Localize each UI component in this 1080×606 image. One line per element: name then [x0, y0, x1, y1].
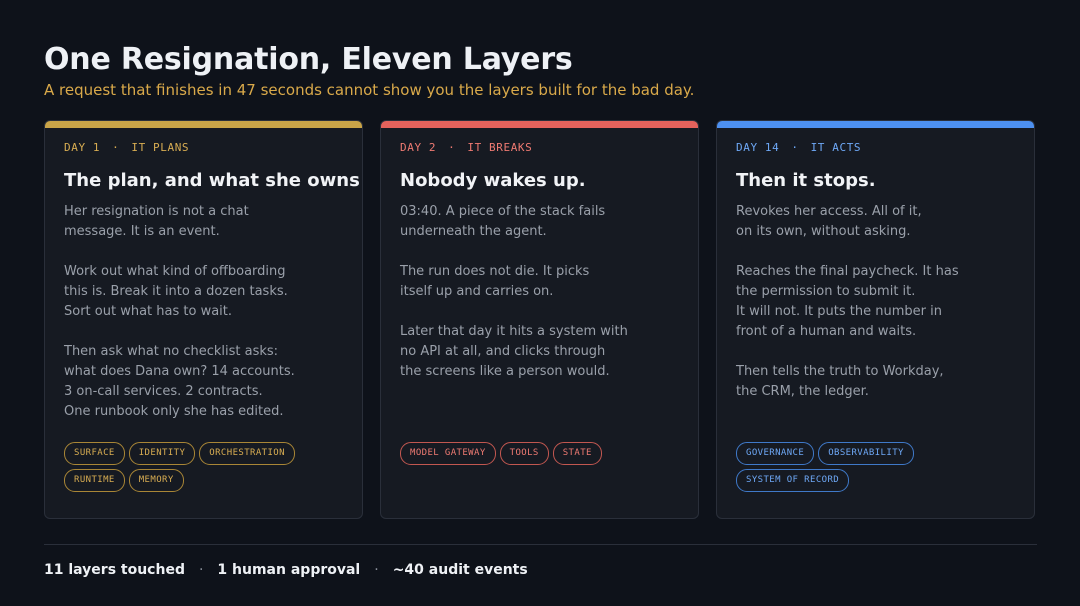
stat-separator: ·: [198, 562, 204, 578]
layer-tag: ORCHESTRATION: [199, 442, 295, 465]
card-phase: IT PLANS: [131, 141, 190, 154]
card-break: DAY 2 · IT BREAKS Nobody wakes up. 03:40. A …: [380, 120, 699, 519]
layer-tag: OBSERVABILITY: [818, 442, 914, 465]
layer-tag: STATE: [552, 442, 602, 465]
card-paragraph: Revokes her access. All of it, on its ow…: [736, 204, 922, 239]
kicker-separator: ·: [112, 141, 120, 154]
page-subtitle: A request that finishes in 47 seconds ca…: [44, 81, 695, 99]
card-kicker: DAY 14 · IT ACTS: [736, 141, 861, 154]
card-heading: Nobody wakes up.: [400, 170, 586, 191]
card-paragraph: 03:40. A piece of the stack fails undern…: [400, 204, 606, 239]
card-phase: IT ACTS: [810, 141, 862, 154]
card-paragraph: Then ask what no checklist asks: what do…: [64, 344, 295, 419]
card-phase: IT BREAKS: [467, 141, 533, 154]
layer-tag: SYSTEM OF RECORD: [736, 469, 850, 492]
card-paragraph: Her resignation is not a chat message. I…: [64, 204, 249, 239]
kicker-separator: ·: [791, 141, 799, 154]
card-layer-tags: GOVERNANCE OBSERVABILITY SYSTEM OF RECORD: [736, 442, 1021, 492]
card-layer-tags: SURFACE IDENTITY ORCHESTRATION RUNTIME MEMOR…: [64, 442, 349, 492]
card-plan: DAY 1 · IT PLANS The plan, and what she own…: [44, 120, 363, 519]
card-layer-tags: MODEL GATEWAY TOOLS STATE: [400, 442, 685, 465]
card-day: DAY 1: [64, 141, 101, 154]
kicker-separator: ·: [448, 141, 456, 154]
card-accent-bar: [381, 121, 698, 128]
layer-tag: SURFACE: [64, 442, 125, 465]
card-kicker: DAY 2 · IT BREAKS: [400, 141, 532, 154]
layer-tag: RUNTIME: [64, 469, 125, 492]
card-body: Her resignation is not a chat message. I…: [64, 202, 349, 442]
footer-stats: 11 layers touched · 1 human approval · ~…: [44, 562, 528, 578]
card-act: DAY 14 · IT ACTS Then it stops. Revokes her …: [716, 120, 1035, 519]
layer-tag: TOOLS: [499, 442, 549, 465]
card-paragraph: Later that day it hits a system with no …: [400, 324, 628, 379]
card-paragraph: The run does not die. It picks itself up…: [400, 264, 590, 299]
stat-separator: ·: [374, 562, 379, 578]
stat-layers: 11 layers touched: [44, 562, 185, 578]
card-body: Revokes her access. All of it, on its ow…: [736, 202, 1021, 422]
card-body: 03:40. A piece of the stack fails undern…: [400, 202, 685, 402]
page-title: One Resignation, Eleven Layers: [44, 42, 573, 77]
stat-audit-events: ~40 audit events: [392, 562, 528, 578]
layer-tag: MODEL GATEWAY: [400, 442, 496, 465]
card-paragraph: Work out what kind of offboarding this i…: [64, 264, 288, 319]
card-heading: The plan, and what she owns: [64, 170, 360, 191]
card-paragraph: Reaches the final paycheck. It has the p…: [736, 264, 959, 339]
footer-divider: [44, 544, 1037, 545]
layer-tag: MEMORY: [128, 469, 184, 492]
card-day: DAY 2: [400, 141, 437, 154]
stat-approvals: 1 human approval: [217, 562, 361, 578]
card-heading: Then it stops.: [736, 170, 876, 191]
card-kicker: DAY 1 · IT PLANS: [64, 141, 189, 154]
card-day: DAY 14: [736, 141, 780, 154]
card-accent-bar: [717, 121, 1034, 128]
card-paragraph: Then tells the truth to Workday, the CRM…: [736, 364, 944, 399]
layer-tag: IDENTITY: [128, 442, 196, 465]
card-accent-bar: [45, 121, 362, 128]
layer-tag: GOVERNANCE: [736, 442, 815, 465]
